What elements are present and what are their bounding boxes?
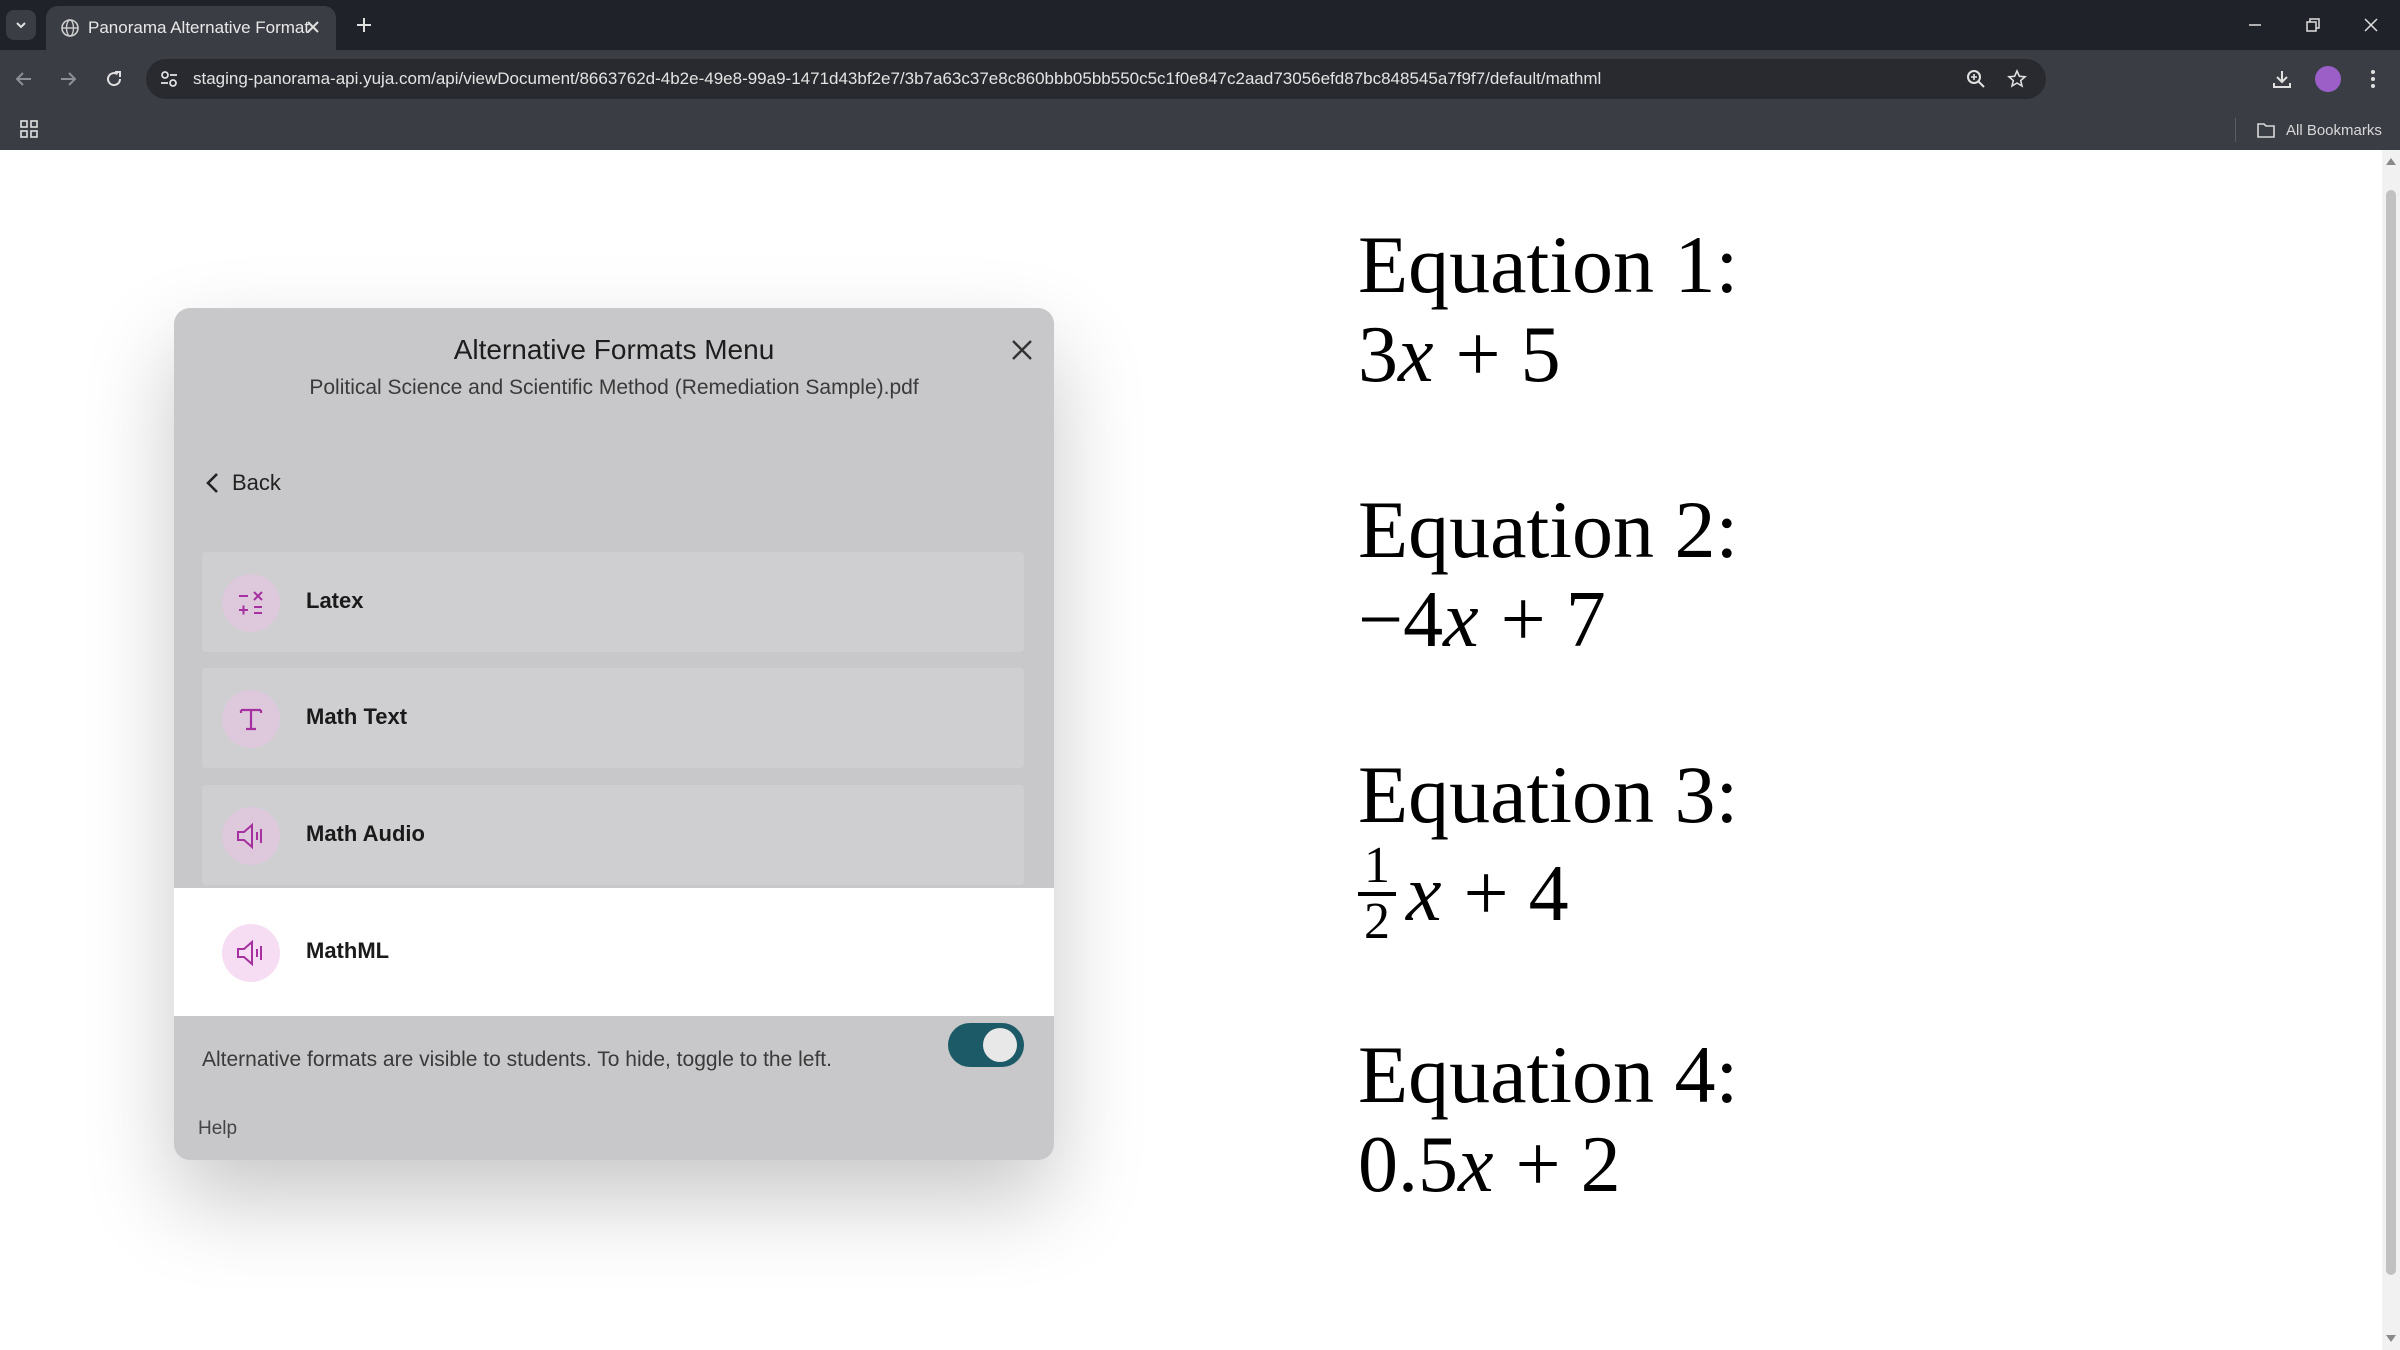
browser-tab[interactable]: Panorama Alternative Format	[46, 6, 336, 50]
globe-icon	[61, 19, 79, 37]
format-item-mathml[interactable]: MathML	[202, 902, 1024, 1002]
bookmarks-separator	[2235, 118, 2236, 142]
math-operators-icon	[222, 574, 280, 632]
equation-2: Equation 2: −4 x + 7	[1358, 485, 2158, 665]
page-scrollbar[interactable]	[2382, 150, 2400, 1350]
browser-menu-button[interactable]	[2357, 63, 2389, 95]
arrow-left-icon	[15, 72, 31, 86]
format-item-latex[interactable]: Latex	[202, 552, 1024, 652]
chevron-left-icon	[206, 473, 218, 493]
scroll-up-arrow[interactable]	[2386, 158, 2396, 165]
close-icon	[1012, 340, 1032, 360]
format-item-math-text[interactable]: Math Text	[202, 668, 1024, 768]
zoom-icon	[1967, 70, 1985, 88]
address-bar[interactable]: staging-panorama-api.yuja.com/api/viewDo…	[146, 59, 2046, 99]
scroll-down-arrow[interactable]	[2386, 1335, 2396, 1342]
apps-button[interactable]	[16, 116, 42, 142]
visibility-toggle[interactable]	[948, 1023, 1024, 1067]
format-item-math-audio[interactable]: Math Audio	[202, 785, 1024, 885]
alternative-formats-modal: Alternative Formats Menu Political Scien…	[174, 308, 1054, 1160]
speaker-icon	[222, 924, 280, 982]
speaker-icon	[222, 807, 280, 865]
help-link[interactable]: Help	[198, 1118, 237, 1140]
equation-label: Equation 4:	[1358, 1029, 1739, 1120]
format-label: Math Audio	[306, 821, 425, 846]
grid-icon	[20, 120, 38, 138]
equation-expression: 0.5 x + 2	[1358, 1120, 2158, 1210]
restore-icon	[2306, 18, 2320, 32]
minimize-button[interactable]	[2232, 8, 2278, 42]
reload-button[interactable]	[98, 63, 130, 95]
equation-1: Equation 1: 3 x + 5	[1358, 220, 2158, 400]
remainder: + 5	[1455, 311, 1561, 399]
equation-expression: −4 x + 7	[1358, 575, 2158, 665]
equation-4: Equation 4: 0.5 x + 2	[1358, 1030, 2158, 1210]
download-icon	[2273, 71, 2291, 88]
variable: x	[1398, 311, 1434, 399]
visibility-note: Alternative formats are visible to stude…	[202, 1048, 832, 1071]
fraction-denominator: 2	[1364, 893, 1390, 950]
all-bookmarks-label: All Bookmarks	[2286, 121, 2382, 139]
url-text: staging-panorama-api.yuja.com/api/viewDo…	[193, 69, 1602, 88]
reload-icon	[107, 71, 122, 87]
toggle-knob	[983, 1028, 1017, 1062]
all-bookmarks-button[interactable]: All Bookmarks	[2256, 118, 2382, 142]
modal-subtitle: Political Science and Scientific Method …	[309, 376, 919, 399]
bookmark-star-button[interactable]	[2005, 67, 2029, 91]
fraction: 12	[1358, 840, 1396, 948]
modal-close-button[interactable]	[1004, 332, 1040, 368]
restore-button[interactable]	[2290, 8, 2336, 42]
site-info-icon	[161, 71, 177, 87]
remainder: + 7	[1500, 576, 1606, 664]
downloads-button[interactable]	[2266, 63, 2298, 95]
variable: x	[1406, 850, 1442, 938]
back-button[interactable]: Back	[204, 470, 281, 496]
equation-3: Equation 3: 1 2 x + 4	[1358, 750, 2158, 948]
more-vertical-icon	[2371, 70, 2375, 88]
tab-close-button[interactable]	[300, 14, 326, 40]
plus-icon	[357, 18, 371, 32]
arrow-right-icon	[61, 72, 77, 86]
folder-icon	[2257, 123, 2275, 138]
equation-expression: 3 x + 5	[1358, 310, 2158, 400]
modal-title: Alternative Formats Menu	[453, 334, 775, 365]
format-label: Math Text	[306, 704, 408, 729]
forward-nav-button[interactable]	[52, 63, 84, 95]
coefficient: 3	[1358, 311, 1398, 399]
star-icon	[2007, 69, 2027, 88]
tab-title: Panorama Alternative Format	[88, 18, 310, 37]
equation-expression: 1 2 x + 4	[1358, 840, 2158, 948]
close-icon	[307, 21, 319, 33]
equation-label: Equation 3:	[1358, 749, 1739, 840]
minimize-icon	[2249, 24, 2261, 26]
close-window-button[interactable]	[2348, 8, 2394, 42]
remainder: + 4	[1463, 850, 1569, 938]
scroll-thumb[interactable]	[2386, 190, 2396, 1275]
back-label: Back	[232, 470, 281, 495]
chevron-down-icon	[16, 22, 26, 29]
equation-label: Equation 1:	[1358, 219, 1739, 310]
format-label: MathML	[306, 938, 390, 963]
variable: x	[1443, 576, 1479, 664]
zoom-button[interactable]	[1964, 67, 1988, 91]
bookmarks-bar: All Bookmarks	[0, 108, 2400, 150]
tab-bar: Panorama Alternative Format	[0, 0, 2400, 50]
equation-label: Equation 2:	[1358, 484, 1739, 575]
close-icon	[2364, 18, 2378, 32]
coefficient: 0.5	[1358, 1121, 1458, 1209]
back-nav-button[interactable]	[8, 63, 40, 95]
format-label: Latex	[306, 588, 364, 613]
browser-toolbar: staging-panorama-api.yuja.com/api/viewDo…	[0, 50, 2400, 108]
coefficient: −4	[1358, 576, 1444, 664]
new-tab-button[interactable]	[350, 11, 378, 39]
remainder: + 2	[1515, 1121, 1621, 1209]
text-t-icon	[222, 690, 280, 748]
tab-search-button[interactable]	[6, 10, 36, 40]
fraction-numerator: 1	[1358, 840, 1396, 896]
profile-avatar[interactable]	[2315, 66, 2341, 92]
variable: x	[1458, 1121, 1494, 1209]
